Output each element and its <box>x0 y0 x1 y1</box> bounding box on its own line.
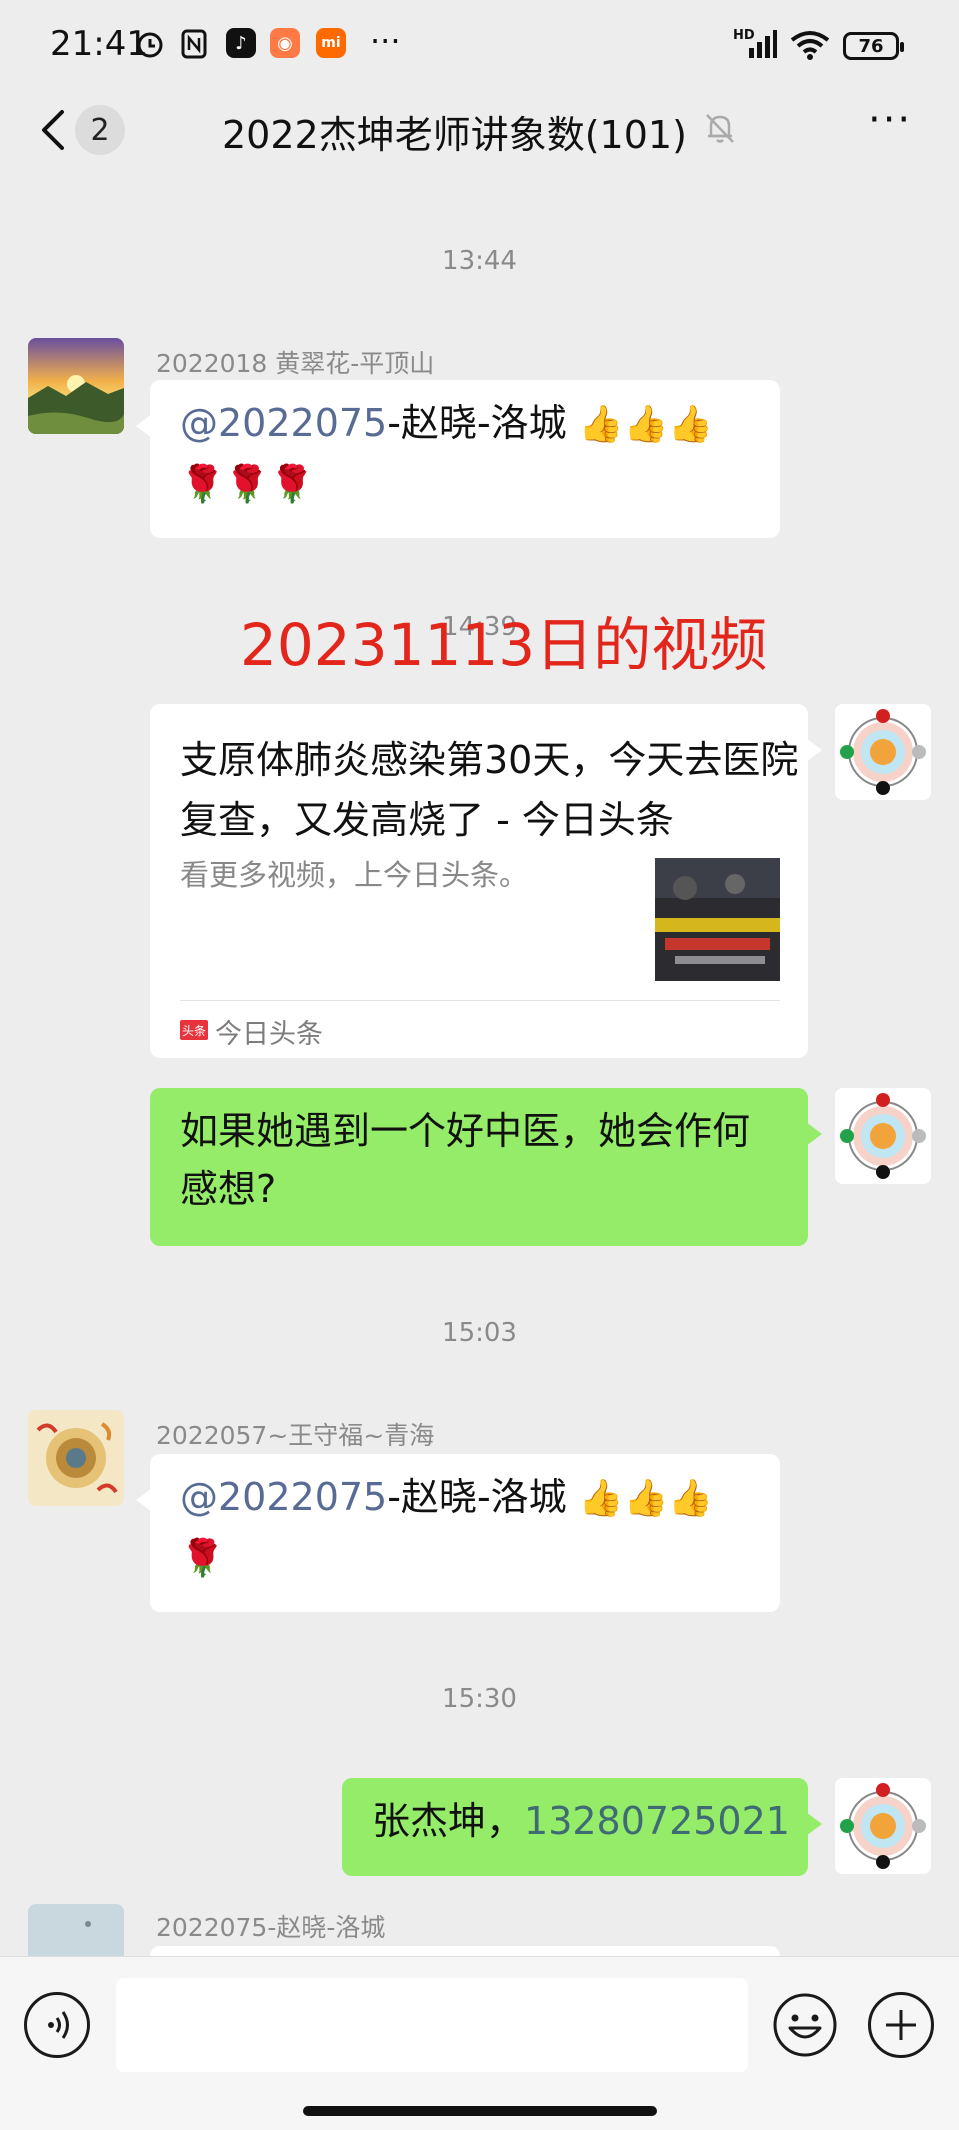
sender-name: 2022018 黄翠花-平顶山 <box>156 349 435 378</box>
rose-icon: 🌹 <box>180 1538 225 1579</box>
chat-title: 2022杰坤老师讲象数(101) <box>222 113 687 157</box>
more-options-button[interactable]: ··· <box>868 100 916 146</box>
store-app-icon: ◉ <box>270 28 300 58</box>
video-date-overlay: 20231113日的视频 <box>240 611 768 679</box>
card-divider <box>180 1000 780 1001</box>
message-bubble-own[interactable]: 张杰坤，13280725021 <box>342 1778 822 1876</box>
sender-avatar[interactable] <box>28 338 124 434</box>
my-avatar[interactable] <box>835 1088 931 1184</box>
my-avatar[interactable] <box>835 1778 931 1874</box>
alarm-icon <box>134 28 166 60</box>
mi-app-icon: mi <box>316 28 346 58</box>
message-input[interactable] <box>116 1978 748 2072</box>
rose-icon: 🌹🌹🌹 <box>180 464 315 505</box>
sender-name: 2022075-赵晓-洛城 <box>156 1913 386 1942</box>
card-source: 今日头条 <box>215 1019 323 1050</box>
unread-badge[interactable]: 2 <box>75 105 125 155</box>
thumbs-up-icon: 👍👍👍 <box>578 1478 714 1519</box>
message-bubble[interactable]: @2022075-赵晓-洛城 👍👍👍 🌹 <box>136 1454 780 1612</box>
signal-icon <box>733 30 777 60</box>
mention-link[interactable]: @2022075 <box>180 1475 387 1519</box>
card-thumbnail <box>655 858 780 981</box>
card-title: 支原体肺炎感染第30天，今天去医院复查，又发高烧了 - 今日头条 <box>180 738 799 842</box>
phone-link[interactable]: 13280725021 <box>524 1799 790 1843</box>
home-indicator <box>303 2106 657 2116</box>
sender-name: 2022057~王守福~青海 <box>156 1421 435 1450</box>
sender-avatar[interactable] <box>28 1904 124 1956</box>
message-text: -赵晓-洛城 <box>387 1475 567 1519</box>
wifi-icon <box>790 30 830 60</box>
plus-button[interactable] <box>868 1992 934 2058</box>
message-text: -赵晓-洛城 <box>387 401 567 445</box>
mention-link[interactable]: @2022075 <box>180 401 387 445</box>
voice-button[interactable] <box>24 1992 90 2058</box>
mute-bell-icon <box>702 110 738 146</box>
my-avatar[interactable] <box>835 704 931 800</box>
tiktok-app-icon: ♪ <box>226 28 256 58</box>
card-description: 看更多视频，上今日头条。 <box>180 858 529 892</box>
battery-indicator: 76 <box>843 32 904 60</box>
timestamp: 15:03 <box>442 1318 517 1348</box>
back-button[interactable] <box>36 108 70 152</box>
sender-avatar[interactable] <box>28 1410 124 1506</box>
timestamp: 15:30 <box>442 1684 517 1714</box>
message-text: 张杰坤， <box>372 1799 525 1843</box>
message-bubble[interactable]: @2022075-赵晓-洛城 👍👍👍 🌹🌹🌹 <box>136 380 780 538</box>
toutiao-logo-icon: 头条 <box>180 1020 208 1040</box>
message-bubble[interactable] <box>150 1946 780 1956</box>
thumbs-up-icon: 👍👍👍 <box>578 404 714 445</box>
nfc-icon <box>180 28 208 60</box>
message-bubble-own[interactable]: 如果她遇到一个好中医，她会作何感想? <box>150 1088 822 1246</box>
emoji-button[interactable] <box>772 1992 838 2058</box>
message-text: 如果她遇到一个好中医，她会作何感想? <box>180 1109 751 1211</box>
status-more-icon: ··· <box>370 22 401 60</box>
timestamp: 13:44 <box>442 246 517 276</box>
